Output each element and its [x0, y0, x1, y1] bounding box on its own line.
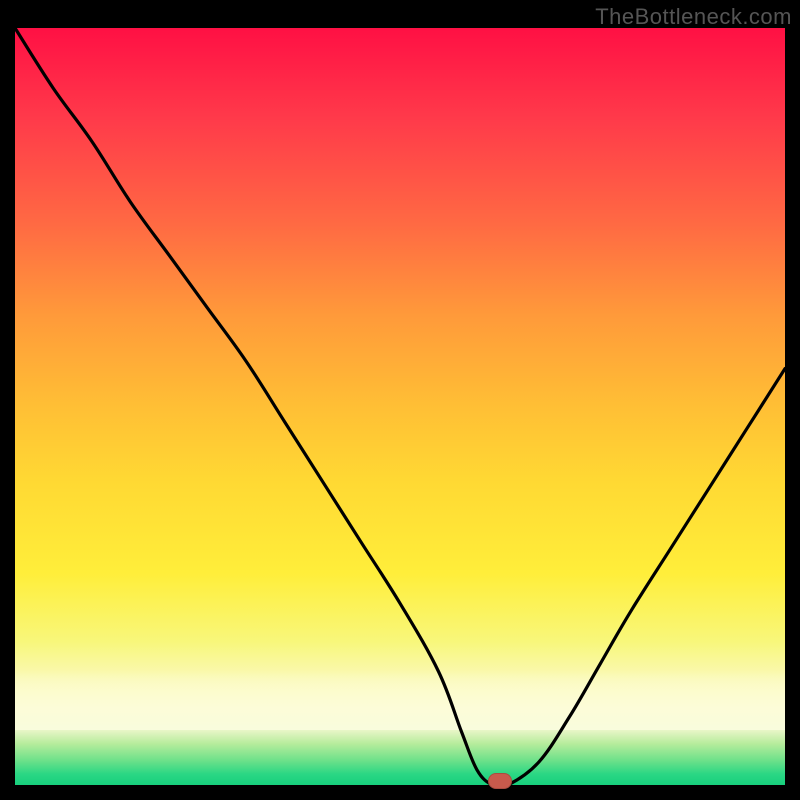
chart-frame: TheBottleneck.com — [0, 0, 800, 800]
plot-area — [15, 28, 785, 785]
bottleneck-curve — [15, 28, 785, 785]
watermark-text: TheBottleneck.com — [595, 4, 792, 30]
optimum-marker-icon — [488, 773, 512, 789]
